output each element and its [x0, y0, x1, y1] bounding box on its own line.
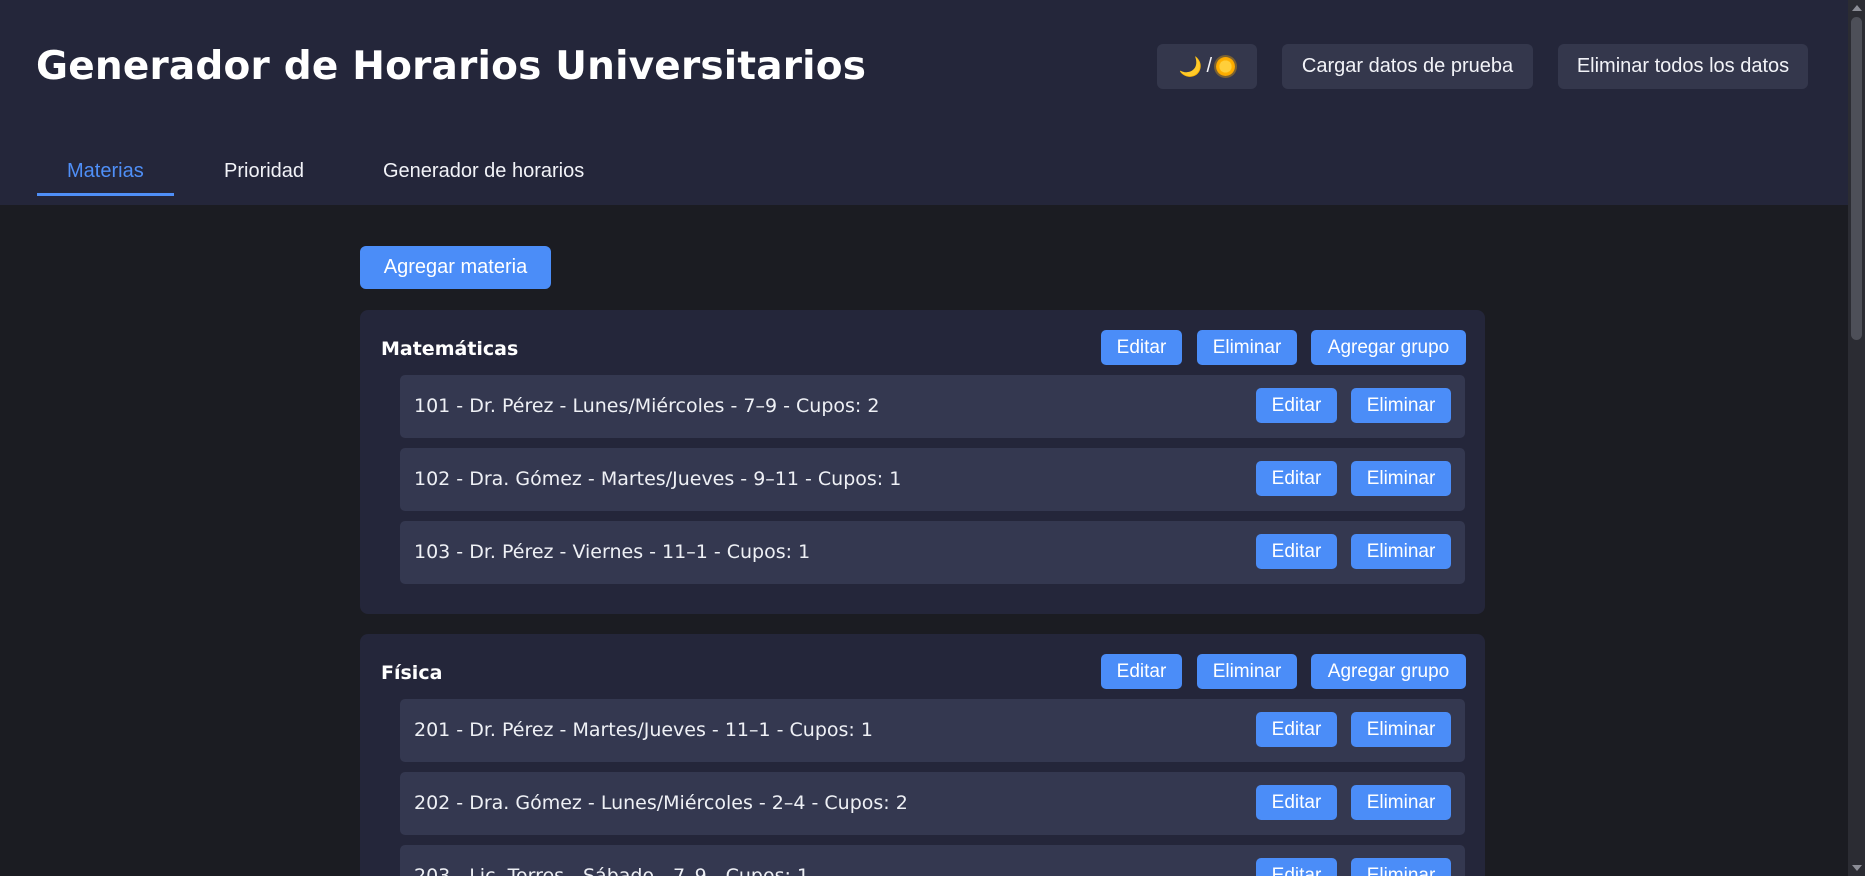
group-row: 201 - Dr. Pérez - Martes/Jueves - 11–1 -… [400, 699, 1465, 762]
app-root: Generador de Horarios Universitarios 🌙 /… [0, 0, 1865, 876]
group-details: 101 - Dr. Pérez - Lunes/Miércoles - 7–9 … [414, 395, 880, 417]
tab-prioridad[interactable]: Prioridad [224, 160, 304, 183]
delete-subject-button[interactable]: Eliminar [1197, 654, 1297, 689]
delete-group-button[interactable]: Eliminar [1351, 461, 1451, 496]
edit-group-button[interactable]: Editar [1256, 785, 1337, 820]
edit-group-button[interactable]: Editar [1256, 461, 1337, 496]
group-row: 103 - Dr. Pérez - Viernes - 11–1 - Cupos… [400, 521, 1465, 584]
moon-icon: 🌙 [1178, 56, 1203, 78]
theme-separator: / [1206, 55, 1213, 77]
add-group-button[interactable]: Agregar grupo [1311, 330, 1466, 365]
delete-group-button[interactable]: Eliminar [1351, 785, 1451, 820]
vertical-scrollbar[interactable] [1848, 0, 1865, 876]
scroll-down-arrow-icon[interactable] [1852, 865, 1862, 871]
add-group-button[interactable]: Agregar grupo [1311, 654, 1466, 689]
delete-group-button[interactable]: Eliminar [1351, 712, 1451, 747]
add-subject-button[interactable]: Agregar materia [360, 246, 551, 289]
tab-generador-horarios[interactable]: Generador de horarios [383, 160, 584, 183]
group-details: 102 - Dra. Gómez - Martes/Jueves - 9–11 … [414, 468, 902, 490]
edit-group-button[interactable]: Editar [1256, 712, 1337, 747]
edit-group-button[interactable]: Editar [1256, 534, 1337, 569]
delete-subject-button[interactable]: Eliminar [1197, 330, 1297, 365]
active-tab-indicator [37, 193, 174, 196]
subject-name: Física [381, 662, 443, 684]
delete-group-button[interactable]: Eliminar [1351, 388, 1451, 423]
group-row: 101 - Dr. Pérez - Lunes/Miércoles - 7–9 … [400, 375, 1465, 438]
edit-group-button[interactable]: Editar [1256, 388, 1337, 423]
subject-card: Física Editar Eliminar Agregar grupo 201… [360, 634, 1485, 876]
subject-card: Matemáticas Editar Eliminar Agregar grup… [360, 310, 1485, 614]
edit-group-button[interactable]: Editar [1256, 858, 1337, 876]
sun-icon [1216, 57, 1236, 76]
load-sample-data-button[interactable]: Cargar datos de prueba [1282, 44, 1533, 89]
group-details: 103 - Dr. Pérez - Viernes - 11–1 - Cupos… [414, 541, 811, 563]
group-row: 102 - Dra. Gómez - Martes/Jueves - 9–11 … [400, 448, 1465, 511]
group-details: 201 - Dr. Pérez - Martes/Jueves - 11–1 -… [414, 719, 873, 741]
page-title: Generador de Horarios Universitarios [36, 44, 867, 89]
subject-name: Matemáticas [381, 338, 519, 360]
group-details: 203 - Lic. Torres - Sábado - 7–9 - Cupos… [414, 865, 810, 876]
scroll-up-arrow-icon[interactable] [1852, 5, 1862, 11]
edit-subject-button[interactable]: Editar [1101, 330, 1182, 365]
scrollbar-thumb[interactable] [1851, 17, 1862, 340]
group-row: 202 - Dra. Gómez - Lunes/Miércoles - 2–4… [400, 772, 1465, 835]
delete-group-button[interactable]: Eliminar [1351, 534, 1451, 569]
app-header: Generador de Horarios Universitarios 🌙 /… [0, 0, 1848, 205]
edit-subject-button[interactable]: Editar [1101, 654, 1182, 689]
delete-all-data-button[interactable]: Eliminar todos los datos [1558, 44, 1808, 89]
group-details: 202 - Dra. Gómez - Lunes/Miércoles - 2–4… [414, 792, 908, 814]
delete-group-button[interactable]: Eliminar [1351, 858, 1451, 876]
theme-toggle-button[interactable]: 🌙 / [1157, 44, 1257, 89]
tab-materias[interactable]: Materias [67, 160, 144, 183]
group-row: 203 - Lic. Torres - Sábado - 7–9 - Cupos… [400, 845, 1465, 876]
